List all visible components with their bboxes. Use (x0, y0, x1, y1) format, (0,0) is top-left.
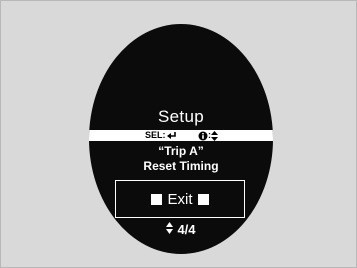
info-scroll-hint: : (198, 130, 218, 141)
exit-label: Exit (167, 190, 193, 208)
select-hint-bar: SEL: : (89, 130, 273, 141)
item-action: Reset Timing (143, 159, 219, 173)
select-label: SEL: (145, 130, 166, 140)
info-icon (198, 131, 208, 141)
up-down-triangles-icon (166, 222, 174, 237)
square-icon (197, 193, 209, 205)
display-title: Setup (158, 107, 204, 126)
item-name: “Trip A” (158, 144, 204, 158)
select-hint: SEL: (145, 130, 177, 141)
up-down-arrows-icon (211, 130, 218, 141)
pagination-indicator: 4/4 (89, 222, 273, 237)
page-count: 4/4 (177, 222, 196, 237)
enter-arrow-icon (166, 131, 177, 140)
meter-display: Setup SEL: : “Trip A” Reset Timing Exit … (89, 24, 273, 254)
figure-frame: Setup SEL: : “Trip A” Reset Timing Exit … (0, 0, 357, 268)
square-icon (151, 193, 163, 205)
exit-button[interactable]: Exit (115, 180, 245, 218)
